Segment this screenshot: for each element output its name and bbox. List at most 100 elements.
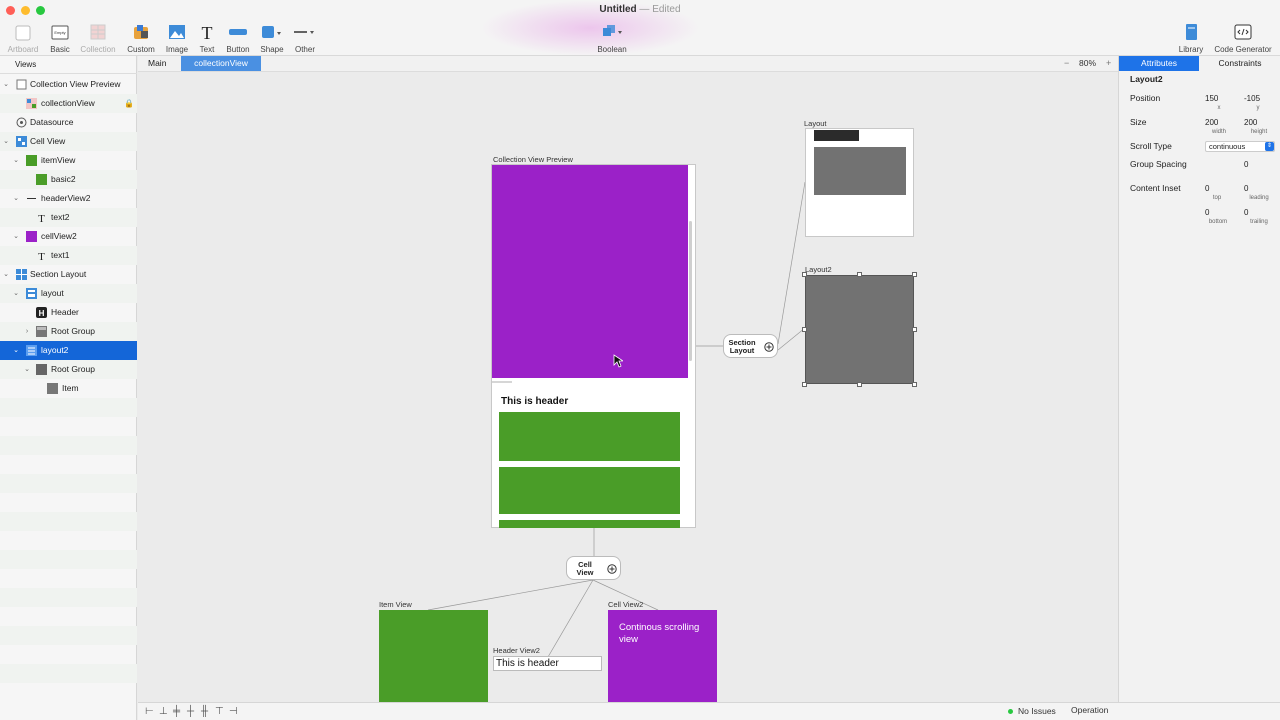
align-right-icon[interactable]: ⊣ [229, 707, 238, 717]
green-cell[interactable] [499, 467, 680, 514]
group-spacing-field[interactable]: 0 [1244, 159, 1248, 170]
align-horizontal-center-icon[interactable]: ╪ [173, 707, 180, 717]
operation-button[interactable]: Operation [1071, 705, 1108, 715]
bottom-status-bar: ⊢ ⊥ ╪ ┼ ╫ ⊤ ⊣ No Issues [138, 702, 1118, 720]
tree-item-headerview2[interactable]: ⌄ headerView2 [0, 189, 137, 208]
issues-status[interactable]: No Issues [1018, 706, 1056, 716]
tree-item-cell-view[interactable]: ⌄ Cell View [0, 132, 137, 151]
height-field[interactable]: 200 [1244, 117, 1257, 128]
item-view-label: Item View [379, 600, 412, 609]
toolbar-boolean-button[interactable]: Boolean [590, 22, 634, 54]
tree-item-section-layout[interactable]: ⌄ Section Layout [0, 265, 137, 284]
inset-leading-field[interactable]: 0 [1244, 183, 1248, 194]
chevron-down-icon[interactable]: ⌄ [2, 265, 10, 284]
resize-handle[interactable] [912, 327, 917, 332]
green-cell[interactable] [499, 412, 680, 461]
tree-item-basic2[interactable]: basic2 [0, 170, 137, 189]
resize-handle[interactable] [912, 272, 917, 277]
resize-handle[interactable] [802, 272, 807, 277]
line-icon [27, 198, 36, 199]
vertical-scrollbar[interactable] [689, 221, 692, 361]
chevron-down-icon[interactable]: ⌄ [2, 75, 10, 94]
purple-cell[interactable] [492, 165, 688, 378]
tree-item-root-group[interactable]: › Root Group [0, 322, 137, 341]
align-vertical-center-icon[interactable]: ┼ [187, 707, 194, 717]
align-top-icon[interactable]: ⊤ [215, 707, 224, 717]
chevron-down-icon[interactable]: ⌄ [23, 360, 31, 379]
add-circle-icon[interactable] [607, 564, 617, 574]
chevron-right-icon[interactable]: › [23, 322, 31, 341]
toolbar-artboard-button[interactable]: Artboard [3, 22, 43, 54]
zoom-in-button[interactable]: + [1106, 56, 1111, 71]
inset-top-field[interactable]: 0 [1205, 183, 1209, 194]
toolbar-collection-button[interactable]: Collection [78, 22, 118, 54]
lock-icon[interactable]: 🔒 [124, 94, 134, 113]
section-layout-node[interactable]: Section Layout [723, 334, 778, 358]
chevron-down-icon[interactable]: ⌄ [12, 189, 20, 208]
zoom-out-button[interactable]: − [1064, 56, 1069, 71]
cell-view2-node[interactable]: Continous scrolling view [608, 610, 717, 702]
tree-item-text2[interactable]: T text2 [0, 208, 137, 227]
tree-item-header[interactable]: H Header [0, 303, 137, 322]
inset-bottom-field[interactable]: 0 [1205, 207, 1209, 218]
resize-handle[interactable] [912, 382, 917, 387]
resize-handle[interactable] [802, 382, 807, 387]
tree-item-cellview2[interactable]: ⌄ cellView2 [0, 227, 137, 246]
toolbar-other-label: Other [294, 45, 315, 54]
text-icon: T [38, 213, 45, 223]
toolbar-other-button[interactable]: Other [285, 22, 325, 54]
inset-trailing-sublabel: trailing [1250, 219, 1268, 225]
tab-main[interactable]: Main [140, 56, 174, 71]
add-circle-icon[interactable] [764, 342, 774, 352]
section-layout-icon [16, 269, 27, 280]
tab-attributes[interactable]: Attributes [1119, 56, 1199, 71]
views-panel: Views ⌄ Collection View Preview collecti… [0, 56, 137, 720]
chevron-down-icon[interactable]: ⌄ [12, 341, 20, 360]
distribute-icon[interactable]: ╫ [201, 707, 208, 717]
tree-item-text1[interactable]: T text1 [0, 246, 137, 265]
tree-item-root-group-2[interactable]: ⌄ Root Group [0, 360, 137, 379]
toolbar-custom-button[interactable]: Custom [121, 22, 161, 54]
scroll-type-select[interactable]: continuous ⇕ [1205, 141, 1275, 152]
chevron-down-icon[interactable]: ⌄ [12, 151, 20, 170]
tree-item-layout[interactable]: ⌄ layout [0, 284, 137, 303]
design-canvas[interactable]: Collection View Preview This is header L… [138, 72, 1118, 702]
green-cell[interactable] [499, 520, 680, 528]
zoom-level[interactable]: 80% [1079, 56, 1096, 71]
chevron-down-icon[interactable]: ⌄ [12, 284, 20, 303]
views-tab[interactable]: Views [0, 56, 137, 74]
position-y-field[interactable]: -105 [1244, 93, 1260, 104]
tree-item-label: Datasource [30, 117, 74, 127]
chevron-down-icon[interactable]: ⌄ [12, 227, 20, 246]
toolbar-library-button[interactable]: Library [1170, 22, 1212, 54]
inset-trailing-field[interactable]: 0 [1244, 207, 1248, 218]
toolbar-basic-button[interactable]: Empty Basic [40, 22, 80, 54]
tree-item-collection-view-preview[interactable]: ⌄ Collection View Preview [0, 75, 137, 94]
chevron-down-icon[interactable]: ⌄ [2, 132, 10, 151]
tab-collectionview[interactable]: collectionView [181, 56, 261, 71]
resize-handle[interactable] [802, 327, 807, 332]
item-view-node[interactable] [379, 610, 488, 702]
layout-node[interactable] [805, 128, 914, 237]
tree-item-itemview[interactable]: ⌄ itemView [0, 151, 137, 170]
inspector-title: Layout2 [1130, 74, 1163, 84]
layout2-node[interactable] [805, 275, 914, 384]
tree-item-label: basic2 [51, 174, 76, 184]
tree-item-item[interactable]: Item [0, 379, 137, 398]
align-left-icon[interactable]: ⊢ [145, 707, 154, 717]
position-x-field[interactable]: 150 [1205, 93, 1218, 104]
header-view2-node[interactable]: This is header [493, 656, 602, 671]
resize-handle[interactable] [857, 382, 862, 387]
tree-item-label: Root Group [51, 364, 95, 374]
toolbar-code-generator-button[interactable]: Code Generator [1212, 22, 1274, 54]
tree-item-layout2[interactable]: ⌄ layout2 [0, 341, 137, 360]
align-center-icon[interactable]: ⊥ [159, 707, 168, 717]
cell-view-node[interactable]: Cell View [566, 556, 621, 580]
width-field[interactable]: 200 [1205, 117, 1218, 128]
resize-handle[interactable] [857, 272, 862, 277]
tree-item-collectionview[interactable]: collectionView 🔒 [0, 94, 137, 113]
header-view2-text: This is header [496, 658, 559, 669]
tree-item-datasource[interactable]: Datasource [0, 113, 137, 132]
collection-view-preview-frame[interactable]: This is header [491, 164, 696, 528]
tab-constraints[interactable]: Constraints [1199, 56, 1280, 71]
